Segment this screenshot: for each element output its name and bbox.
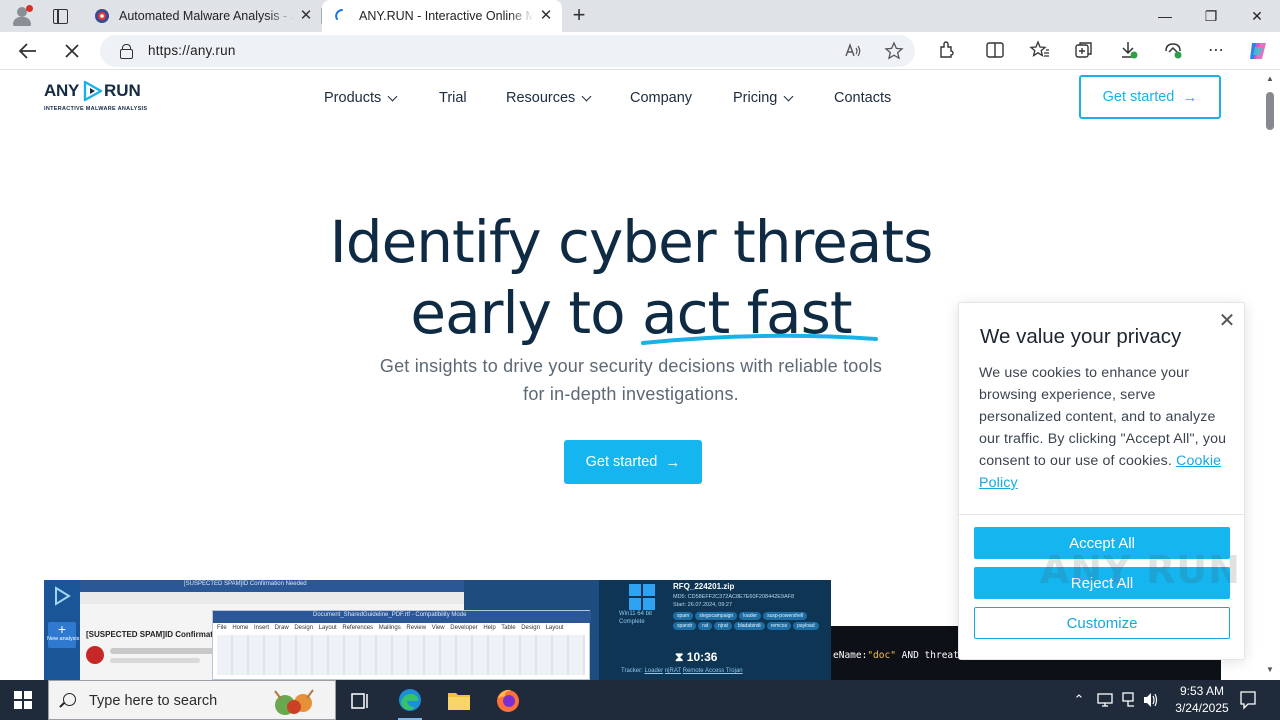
tab-any-run[interactable]: ANY.RUN - Interactive Online Ma ✕ <box>322 0 562 32</box>
scroll-up-icon[interactable]: ▲ <box>1266 74 1274 83</box>
tracker-links: Tracker: Loader njRAT Remote Access Troj… <box>621 668 743 674</box>
page-scrollbar[interactable]: ▲ ▼ <box>1262 70 1280 680</box>
task-view-icon[interactable] <box>340 684 380 720</box>
copilot-icon[interactable] <box>1246 39 1270 63</box>
url-text[interactable]: https://any.run <box>148 43 236 58</box>
product-screenshot-preview: + New analysis [SUSPECTED SPAM]ID Confir… <box>44 580 831 680</box>
windows-start-icon[interactable] <box>14 691 32 709</box>
close-tab-icon[interactable]: ✕ <box>298 8 314 24</box>
close-icon[interactable]: ✕ <box>1217 311 1237 331</box>
search-highlight-illustration <box>274 689 314 715</box>
divider <box>959 514 1244 515</box>
cookie-text: We use cookies to enhance your browsing … <box>979 365 1227 491</box>
notification-dot <box>26 5 33 12</box>
favorites-icon[interactable] <box>1028 39 1052 63</box>
minimize-button[interactable]: — <box>1142 0 1188 32</box>
preview-sidebar: + New analysis <box>44 580 80 680</box>
new-analysis-icon: + <box>48 622 76 648</box>
extensions-icon[interactable] <box>935 39 959 63</box>
chevron-down-icon <box>581 91 592 101</box>
hero-headline-line1: Identify cyber threats <box>329 208 934 276</box>
sender-avatar <box>86 646 104 664</box>
logo-word-right: RUN <box>104 81 141 100</box>
clock-date: 3/24/2025 <box>1175 701 1229 715</box>
loading-spinner-icon <box>335 9 343 20</box>
analysis-timer: ⧗ 10:36 <box>675 650 718 664</box>
browser-essentials-icon[interactable] <box>1161 39 1185 63</box>
windows-logo-icon <box>629 584 655 610</box>
any-run-watermark: ANY RUN <box>1040 548 1241 592</box>
nav-company[interactable]: Company <box>630 88 692 108</box>
downloads-icon[interactable] <box>1117 39 1141 63</box>
chevron-down-icon <box>783 91 794 101</box>
browser-toolbar: https://any.run ⋯ <box>0 32 1280 70</box>
hero-get-started-button[interactable]: Get started → <box>564 440 702 484</box>
preview-logo-icon <box>55 586 71 606</box>
nav-pricing[interactable]: Pricing <box>733 88 794 108</box>
nav-contacts[interactable]: Contacts <box>834 88 891 108</box>
ethernet-icon[interactable] <box>1118 680 1140 720</box>
logo-play-icon <box>83 80 103 102</box>
nav-products[interactable]: Products <box>324 88 398 108</box>
stop-loading-icon[interactable] <box>60 39 84 63</box>
new-analysis-label: New analysis <box>47 636 80 642</box>
collections-icon[interactable] <box>1072 39 1096 63</box>
scrollbar-thumb[interactable] <box>1266 92 1274 130</box>
arrow-right-icon: → <box>1182 88 1198 106</box>
edge-taskbar-icon[interactable] <box>390 684 430 720</box>
tab-joe-sandbox[interactable]: Automated Malware Analysis - Jo ✕ <box>82 0 322 32</box>
windows-taskbar: Type here to search ⌃ 9:53 AM 3/24/2025 <box>0 680 1280 720</box>
browser-tab-bar: Automated Malware Analysis - Jo ✕ ANY.RU… <box>0 0 1280 32</box>
chevron-down-icon <box>387 91 398 101</box>
preview-analysis-panel: Win11 64 bit Complete RFQ_224201.zip MD5:… <box>599 580 831 680</box>
search-placeholder: Type here to search <box>89 693 218 709</box>
file-explorer-icon[interactable] <box>439 684 479 720</box>
close-window-button[interactable]: ✕ <box>1234 0 1280 32</box>
nav-trial[interactable]: Trial <box>439 88 467 108</box>
threat-tags: spam stegocampaign loader susp-powershell xp… <box>673 612 829 630</box>
favorite-star-icon[interactable] <box>884 41 904 61</box>
taskbar-clock[interactable]: 9:53 AM 3/24/2025 <box>1160 683 1244 717</box>
tab-title: Automated Malware Analysis - Jo <box>119 9 294 23</box>
customize-button[interactable]: Customize <box>974 607 1230 639</box>
headline-underline-decoration <box>641 333 878 345</box>
cookie-consent-dialog: ✕ We value your privacy We use cookies t… <box>958 302 1245 660</box>
any-run-logo[interactable]: ANY RUN INTERACTIVE MALWARE ANALYSIS <box>44 79 148 115</box>
clock-time: 9:53 AM <box>1179 684 1225 698</box>
nav-resources[interactable]: Resources <box>506 88 592 108</box>
firefox-icon[interactable] <box>488 684 528 720</box>
header-get-started-button[interactable]: Get started → <box>1079 75 1221 119</box>
network-icon[interactable] <box>1094 680 1116 720</box>
tab-actions-icon[interactable] <box>50 6 70 26</box>
profile-avatar-icon[interactable] <box>10 4 34 28</box>
split-screen-icon[interactable] <box>983 39 1007 63</box>
logo-word-left: ANY <box>44 81 79 100</box>
taskbar-search-box[interactable]: Type here to search <box>48 680 336 720</box>
search-icon <box>63 693 76 706</box>
more-menu-icon[interactable]: ⋯ <box>1204 39 1228 63</box>
back-arrow-icon[interactable] <box>16 39 40 63</box>
restore-button[interactable]: ❐ <box>1188 0 1234 32</box>
read-aloud-icon[interactable] <box>843 41 863 61</box>
lock-icon[interactable] <box>120 44 133 59</box>
new-tab-button[interactable]: + <box>568 4 590 27</box>
notifications-icon[interactable] <box>1236 680 1260 720</box>
tab-title: ANY.RUN - Interactive Online Ma <box>359 9 534 23</box>
close-tab-icon[interactable]: ✕ <box>538 8 554 24</box>
preview-document-window: Document_SharedGuideline_PDF.rtf - Compa… <box>212 610 591 680</box>
address-bar[interactable]: https://any.run <box>100 35 915 67</box>
joe-sandbox-favicon-icon <box>95 9 109 23</box>
arrow-right-icon: → <box>665 453 681 471</box>
cookie-title: We value your privacy <box>980 325 1182 348</box>
volume-icon[interactable] <box>1140 680 1162 720</box>
scroll-down-icon[interactable]: ▼ <box>1266 665 1274 674</box>
logo-tagline: INTERACTIVE MALWARE ANALYSIS <box>44 106 148 112</box>
tray-overflow-icon[interactable]: ⌃ <box>1068 680 1090 720</box>
